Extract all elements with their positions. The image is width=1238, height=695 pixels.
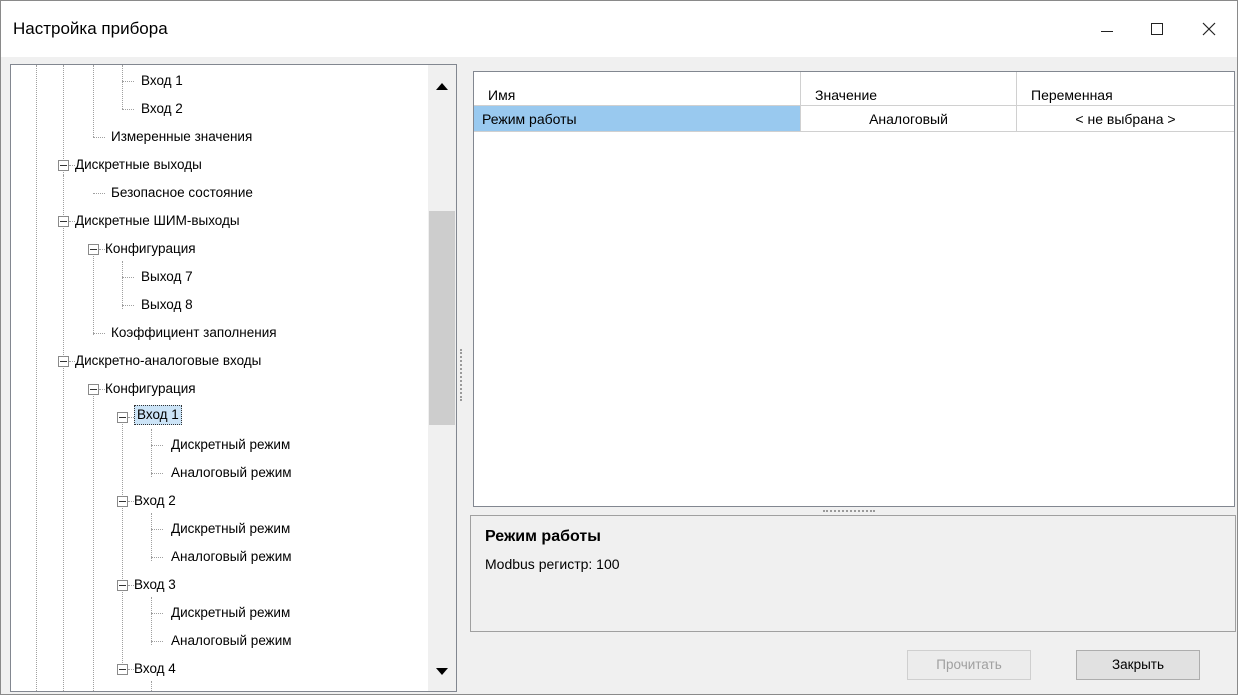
scroll-down-icon[interactable] (436, 668, 448, 675)
read-button[interactable]: Прочитать (907, 650, 1031, 680)
device-settings-window: Настройка прибора Вход 1 Вход 2 Измеренн… (0, 0, 1238, 695)
description-title: Режим работы (485, 528, 601, 545)
scrollbar-thumb[interactable] (429, 211, 455, 425)
tree-item-input-2[interactable]: Вход 2 (141, 95, 183, 123)
tree-item-discrete-mode[interactable]: Дискретный режим (171, 599, 290, 627)
tree-item-discrete-outputs[interactable]: Дискретные выходы (75, 151, 202, 179)
cell-value[interactable]: Аналоговый (801, 106, 1017, 132)
tree-item-input-4[interactable]: Вход 4 (134, 655, 176, 683)
description-text: Modbus регистр: 100 (485, 556, 620, 572)
tree-item-output-7[interactable]: Выход 7 (141, 263, 193, 291)
scroll-up-icon[interactable] (436, 83, 448, 90)
collapse-icon[interactable] (58, 216, 69, 227)
tree-item-output-8[interactable]: Выход 8 (141, 291, 193, 319)
tree-item-discrete-mode[interactable]: Дискретный режим (171, 431, 290, 459)
tree-scrollbar[interactable] (428, 65, 456, 691)
tree-item-input-1[interactable]: Вход 1 (141, 67, 183, 95)
close-window-button[interactable] (1181, 1, 1237, 57)
vertical-splitter[interactable] (460, 349, 462, 401)
collapse-icon[interactable] (88, 244, 99, 255)
close-icon (1202, 22, 1216, 36)
table-row[interactable]: Режим работы Аналоговый < не выбрана > (474, 106, 1234, 132)
cell-name[interactable]: Режим работы (474, 106, 801, 132)
tree-item-discrete-analog-inputs[interactable]: Дискретно-аналоговые входы (75, 347, 261, 375)
title-bar[interactable]: Настройка прибора (1, 1, 1237, 57)
minimize-icon (1101, 30, 1113, 32)
tree-item-input-3[interactable]: Вход 3 (134, 571, 176, 599)
collapse-icon[interactable] (88, 384, 99, 395)
tree-item-discrete-mode[interactable]: Дискретный режим (171, 515, 290, 543)
selected-node-label: Вход 1 (134, 405, 182, 425)
tree-item-input-1-selected[interactable]: Вход 1 (134, 401, 182, 429)
tree-item-analog-mode[interactable]: Аналоговый режим (171, 459, 292, 487)
column-header-value[interactable]: Значение (801, 72, 1017, 106)
tree-item-input-2[interactable]: Вход 2 (134, 487, 176, 515)
tree-item-analog-mode[interactable]: Аналоговый режим (171, 543, 292, 571)
cell-variable[interactable]: < не выбрана > (1017, 106, 1234, 132)
column-header-variable[interactable]: Переменная (1017, 72, 1234, 106)
collapse-icon[interactable] (117, 496, 128, 507)
property-grid[interactable]: Имя Значение Переменная Режим работы Ана… (473, 71, 1235, 507)
column-header-name[interactable]: Имя (474, 72, 801, 106)
grid-header: Имя Значение Переменная (474, 72, 1234, 106)
collapse-icon[interactable] (58, 356, 69, 367)
tree-item-pwm-outputs[interactable]: Дискретные ШИМ-выходы (75, 207, 240, 235)
horizontal-splitter[interactable] (823, 510, 875, 512)
tree-item-analog-mode[interactable]: Аналоговый режим (171, 627, 292, 655)
minimize-button[interactable] (1079, 1, 1135, 57)
collapse-icon[interactable] (58, 160, 69, 171)
maximize-button[interactable] (1129, 1, 1185, 57)
collapse-icon[interactable] (117, 664, 128, 675)
tree-item-duty-cycle[interactable]: Коэффициент заполнения (111, 319, 277, 347)
tree-item-configuration[interactable]: Конфигурация (105, 375, 196, 403)
window-title: Настройка прибора (13, 19, 168, 38)
collapse-icon[interactable] (117, 412, 128, 423)
tree-item-measured-values[interactable]: Измеренные значения (111, 123, 252, 151)
settings-tree[interactable]: Вход 1 Вход 2 Измеренные значения Дискре… (10, 64, 457, 692)
tree-item-safe-state[interactable]: Безопасное состояние (111, 179, 253, 207)
maximize-icon (1151, 23, 1163, 35)
collapse-icon[interactable] (117, 580, 128, 591)
description-panel: Режим работы Modbus регистр: 100 (470, 515, 1236, 632)
tree-item-configuration[interactable]: Конфигурация (105, 235, 196, 263)
close-button[interactable]: Закрыть (1076, 650, 1200, 680)
